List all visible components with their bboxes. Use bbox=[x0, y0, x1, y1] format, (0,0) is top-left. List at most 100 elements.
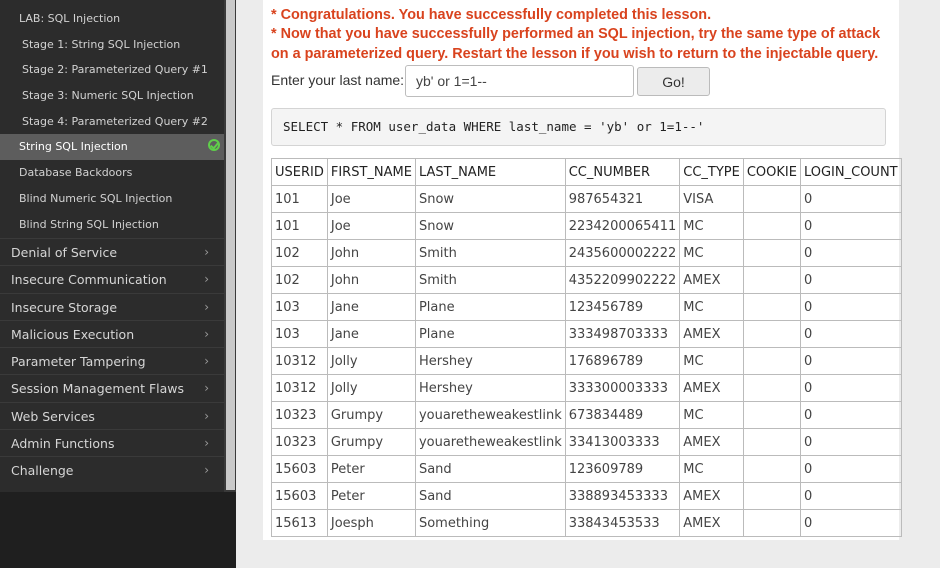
sidebar-category-label: Session Management Flaws bbox=[11, 381, 185, 397]
table-cell: 10312 bbox=[271, 374, 328, 402]
table-cell bbox=[742, 509, 801, 537]
table-cell: 15613 bbox=[271, 509, 328, 537]
sidebar-category-session-management-flaws[interactable]: Session Management Flaws › bbox=[0, 374, 224, 401]
table-cell: Joe bbox=[326, 212, 416, 240]
results-table: USERID FIRST_NAME LAST_NAME CC_NUMBER CC_TYP… bbox=[271, 158, 902, 537]
sidebar-item-stage-3-numeric-sql-injection[interactable]: Stage 3: Numeric SQL Injection bbox=[0, 83, 224, 109]
table-row: 15603 Peter Sand 123609789 MC 0 bbox=[271, 455, 902, 483]
success-message: * Congratulations. You have successfully… bbox=[271, 7, 712, 23]
table-row: 15613 Joesph Something 33843453533 AMEX 0 bbox=[271, 509, 902, 537]
table-row: 10312 Jolly Hershey 176896789 MC 0 bbox=[271, 347, 902, 375]
sidebar-item-blind-string-sql-injection[interactable]: Blind String SQL Injection bbox=[0, 212, 224, 238]
table-cell: AMEX bbox=[679, 428, 744, 456]
table-cell: 101 bbox=[271, 212, 328, 240]
table-cell: VISA bbox=[679, 185, 744, 213]
check-circle-icon bbox=[208, 139, 220, 152]
sidebar-category-malicious-execution[interactable]: Malicious Execution › bbox=[0, 319, 224, 347]
sidebar-category-parameter-tampering[interactable]: Parameter Tampering › bbox=[0, 347, 224, 374]
table-row: 102 John Smith 2435600002222 MC 0 bbox=[271, 239, 902, 267]
table-cell bbox=[742, 239, 801, 267]
last-name-input[interactable] bbox=[405, 65, 634, 97]
table-cell: 102 bbox=[271, 239, 328, 267]
chevron-right-icon: › bbox=[204, 381, 209, 396]
sidebar-category-label: Malicious Execution bbox=[11, 326, 135, 342]
table-cell: MC bbox=[679, 239, 744, 267]
table-cell bbox=[742, 320, 801, 348]
table-cell: 103 bbox=[271, 293, 328, 321]
sidebar-category-insecure-communication[interactable]: Insecure Communication › bbox=[0, 265, 224, 292]
chevron-right-icon: › bbox=[204, 354, 209, 369]
table-cell: Jane bbox=[326, 293, 416, 321]
sidebar-item-stage-4-parameterized-query-2[interactable]: Stage 4: Parameterized Query #2 bbox=[0, 109, 224, 135]
sidebar-category-label: Admin Functions bbox=[11, 436, 115, 452]
table-cell bbox=[742, 212, 801, 240]
instruction-message: * Now that you have successfully perform… bbox=[271, 26, 881, 62]
table-cell: 101 bbox=[271, 185, 328, 213]
sidebar-item-blind-numeric-sql-injection[interactable]: Blind Numeric SQL Injection bbox=[0, 186, 224, 212]
sidebar-category-challenge[interactable]: Challenge › bbox=[0, 456, 224, 483]
chevron-right-icon: › bbox=[204, 245, 209, 259]
sidebar-scroll-thumb[interactable] bbox=[226, 0, 235, 490]
sidebar-category-admin-functions[interactable]: Admin Functions › bbox=[0, 429, 224, 456]
table-row: 10323 Grumpy youaretheweakestlink 673834489… bbox=[271, 401, 902, 429]
table-header-row: USERID FIRST_NAME LAST_NAME CC_NUMBER CC_TYP… bbox=[271, 158, 902, 186]
table-cell: Jolly bbox=[326, 374, 416, 402]
table-cell: 33843453533 bbox=[564, 509, 681, 537]
table-cell: 10312 bbox=[271, 347, 328, 375]
chevron-right-icon: › bbox=[204, 408, 209, 423]
table-cell: MC bbox=[679, 212, 744, 240]
table-cell: 123609789 bbox=[564, 455, 681, 483]
column-header-last-name: LAST_NAME bbox=[414, 158, 566, 186]
table-cell: 2435600002222 bbox=[564, 239, 681, 267]
column-header-cc-number: CC_NUMBER bbox=[564, 158, 681, 186]
table-row: 103 Jane Plane 333498703333 AMEX 0 bbox=[271, 320, 902, 348]
sidebar-category-insecure-storage[interactable]: Insecure Storage › bbox=[0, 292, 224, 320]
main-content: * Congratulations. You have successfully… bbox=[236, 0, 940, 568]
sidebar-item-label: Stage 1: String SQL Injection bbox=[22, 37, 181, 51]
sidebar-item-label: String SQL Injection bbox=[19, 140, 128, 154]
sidebar-item-label: Stage 4: Parameterized Query #2 bbox=[22, 114, 208, 128]
sidebar: LAB: SQL Injection Stage 1: String SQL In… bbox=[0, 0, 236, 568]
table-cell: Snow bbox=[414, 212, 566, 240]
sidebar-category-web-services[interactable]: Web Services › bbox=[0, 401, 224, 429]
sidebar-item-string-sql-injection[interactable]: String SQL Injection bbox=[0, 134, 224, 161]
table-cell: 15603 bbox=[271, 482, 328, 510]
table-cell: 0 bbox=[799, 509, 902, 537]
table-cell: 0 bbox=[799, 266, 902, 294]
table-row: 10323 Grumpy youaretheweakestlink 334130033… bbox=[271, 428, 902, 456]
table-cell: MC bbox=[679, 347, 744, 375]
column-header-login-count: LOGIN_COUNT bbox=[799, 158, 902, 186]
table-cell bbox=[742, 401, 801, 429]
table-cell: AMEX bbox=[679, 266, 744, 294]
table-cell: Sand bbox=[414, 455, 566, 483]
table-cell: 987654321 bbox=[564, 185, 681, 213]
sidebar-item-stage-1-string-sql-injection[interactable]: Stage 1: String SQL Injection bbox=[0, 32, 224, 58]
sidebar-item-database-backdoors[interactable]: Database Backdoors bbox=[0, 160, 224, 186]
table-cell: MC bbox=[679, 401, 744, 429]
table-cell: MC bbox=[679, 455, 744, 483]
table-cell: 2234200065411 bbox=[564, 212, 681, 240]
last-name-label: Enter your last name: bbox=[271, 72, 405, 88]
table-cell: 333300003333 bbox=[564, 374, 681, 402]
table-cell: AMEX bbox=[679, 320, 744, 348]
column-header-cookie: COOKIE bbox=[742, 158, 801, 186]
sidebar-category-denial-of-service[interactable]: Denial of Service › bbox=[0, 238, 224, 265]
table-cell: Snow bbox=[414, 185, 566, 213]
table-cell: AMEX bbox=[679, 509, 744, 537]
table-cell: Peter bbox=[326, 455, 416, 483]
table-cell bbox=[742, 428, 801, 456]
table-cell: 0 bbox=[799, 293, 902, 321]
sidebar-item-lab-sql-injection[interactable]: LAB: SQL Injection bbox=[0, 6, 224, 32]
table-cell bbox=[742, 482, 801, 510]
table-cell: 0 bbox=[799, 212, 902, 240]
category-list: Denial of Service › Insecure Communication… bbox=[0, 238, 224, 484]
table-row: 103 Jane Plane 123456789 MC 0 bbox=[271, 293, 902, 321]
sidebar-item-stage-2-parameterized-query-1[interactable]: Stage 2: Parameterized Query #1 bbox=[0, 57, 224, 83]
table-row: 15603 Peter Sand 338893453333 AMEX 0 bbox=[271, 482, 902, 510]
table-row: 101 Joe Snow 2234200065411 MC 0 bbox=[271, 212, 902, 240]
table-cell: 4352209902222 bbox=[564, 266, 681, 294]
table-cell: Grumpy bbox=[326, 428, 416, 456]
table-cell bbox=[742, 455, 801, 483]
go-button[interactable]: Go! bbox=[637, 67, 710, 96]
table-cell: 673834489 bbox=[564, 401, 681, 429]
